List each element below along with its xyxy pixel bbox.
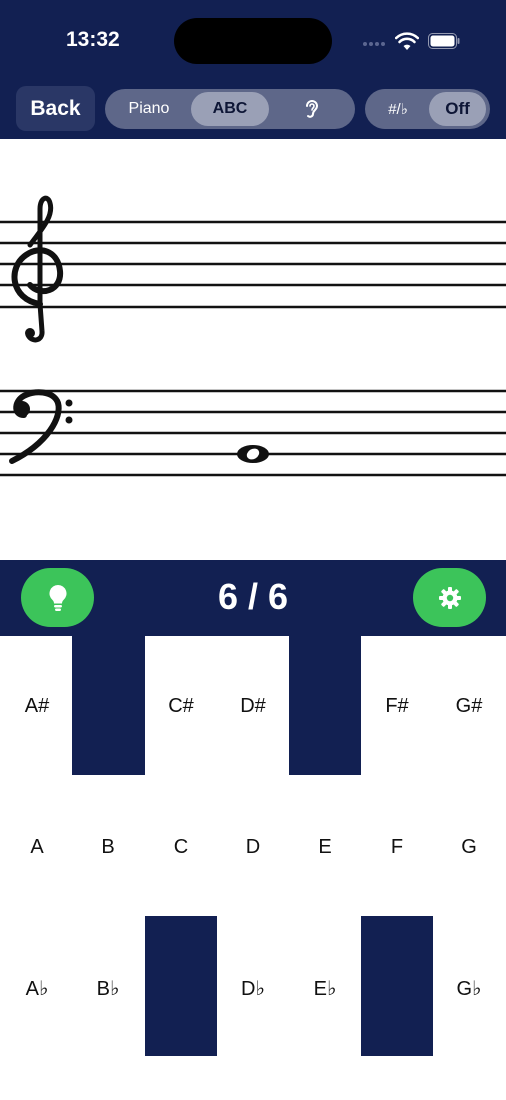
black-key-bb [72, 636, 145, 775]
gear-icon [438, 586, 461, 609]
key-g[interactable]: G [433, 836, 505, 859]
black-key-cb [145, 916, 217, 1056]
key-f[interactable]: F [361, 836, 433, 859]
key-a-sharp[interactable]: A# [1, 695, 73, 718]
whole-note [237, 445, 269, 463]
mode-abc-tab[interactable]: ABC [191, 92, 269, 126]
control-bar: 6 / 6 [0, 560, 506, 636]
mode-piano-tab[interactable]: Piano [109, 92, 189, 126]
key-d-flat[interactable]: D♭ [217, 976, 289, 1001]
wifi-icon [395, 32, 419, 50]
treble-clef-icon [11, 195, 64, 343]
accidental-label[interactable]: #/♭ [369, 92, 427, 126]
back-button[interactable]: Back [16, 86, 95, 131]
key-c-sharp[interactable]: C# [145, 695, 217, 718]
accidental-off-option[interactable]: Off [429, 92, 486, 126]
ear-icon [306, 100, 319, 118]
signal-dots-icon [363, 42, 385, 46]
key-d[interactable]: D [217, 836, 289, 859]
top-header: 13:32 Back Piano ABC #/♭ Off [0, 0, 506, 139]
key-f-sharp[interactable]: F# [361, 695, 433, 718]
key-a[interactable]: A [1, 836, 73, 859]
black-key-fb [361, 916, 433, 1056]
key-g-flat[interactable]: G♭ [433, 976, 505, 1001]
note-keyboard: A# C# D# F# G# A B C D E F G A♭ B♭ D♭ E♭… [0, 636, 506, 1100]
dynamic-island [174, 18, 332, 64]
key-g-sharp[interactable]: G# [433, 695, 505, 718]
grand-staff [0, 195, 506, 477]
key-d-sharp[interactable]: D# [217, 695, 289, 718]
settings-button[interactable] [413, 568, 486, 627]
bass-clef-icon [9, 389, 73, 464]
music-staff [0, 139, 506, 560]
hint-button[interactable] [21, 568, 94, 627]
key-b-flat[interactable]: B♭ [72, 976, 144, 1001]
progress-counter: 6 / 6 [217, 576, 289, 617]
key-e[interactable]: E [289, 836, 361, 859]
key-c[interactable]: C [145, 836, 217, 859]
key-b[interactable]: B [72, 836, 144, 859]
mode-ear-tab[interactable] [273, 92, 351, 126]
black-key-e [289, 636, 361, 775]
treble-staff-lines [0, 220, 506, 309]
key-a-flat[interactable]: A♭ [1, 976, 73, 1001]
battery-icon [428, 33, 460, 49]
lightbulb-icon [48, 584, 67, 611]
key-e-flat[interactable]: E♭ [289, 976, 361, 1001]
status-time: 13:32 [66, 28, 120, 51]
accidental-toggle: #/♭ Off [365, 89, 490, 129]
mode-segmented-control: Piano ABC [105, 89, 355, 129]
